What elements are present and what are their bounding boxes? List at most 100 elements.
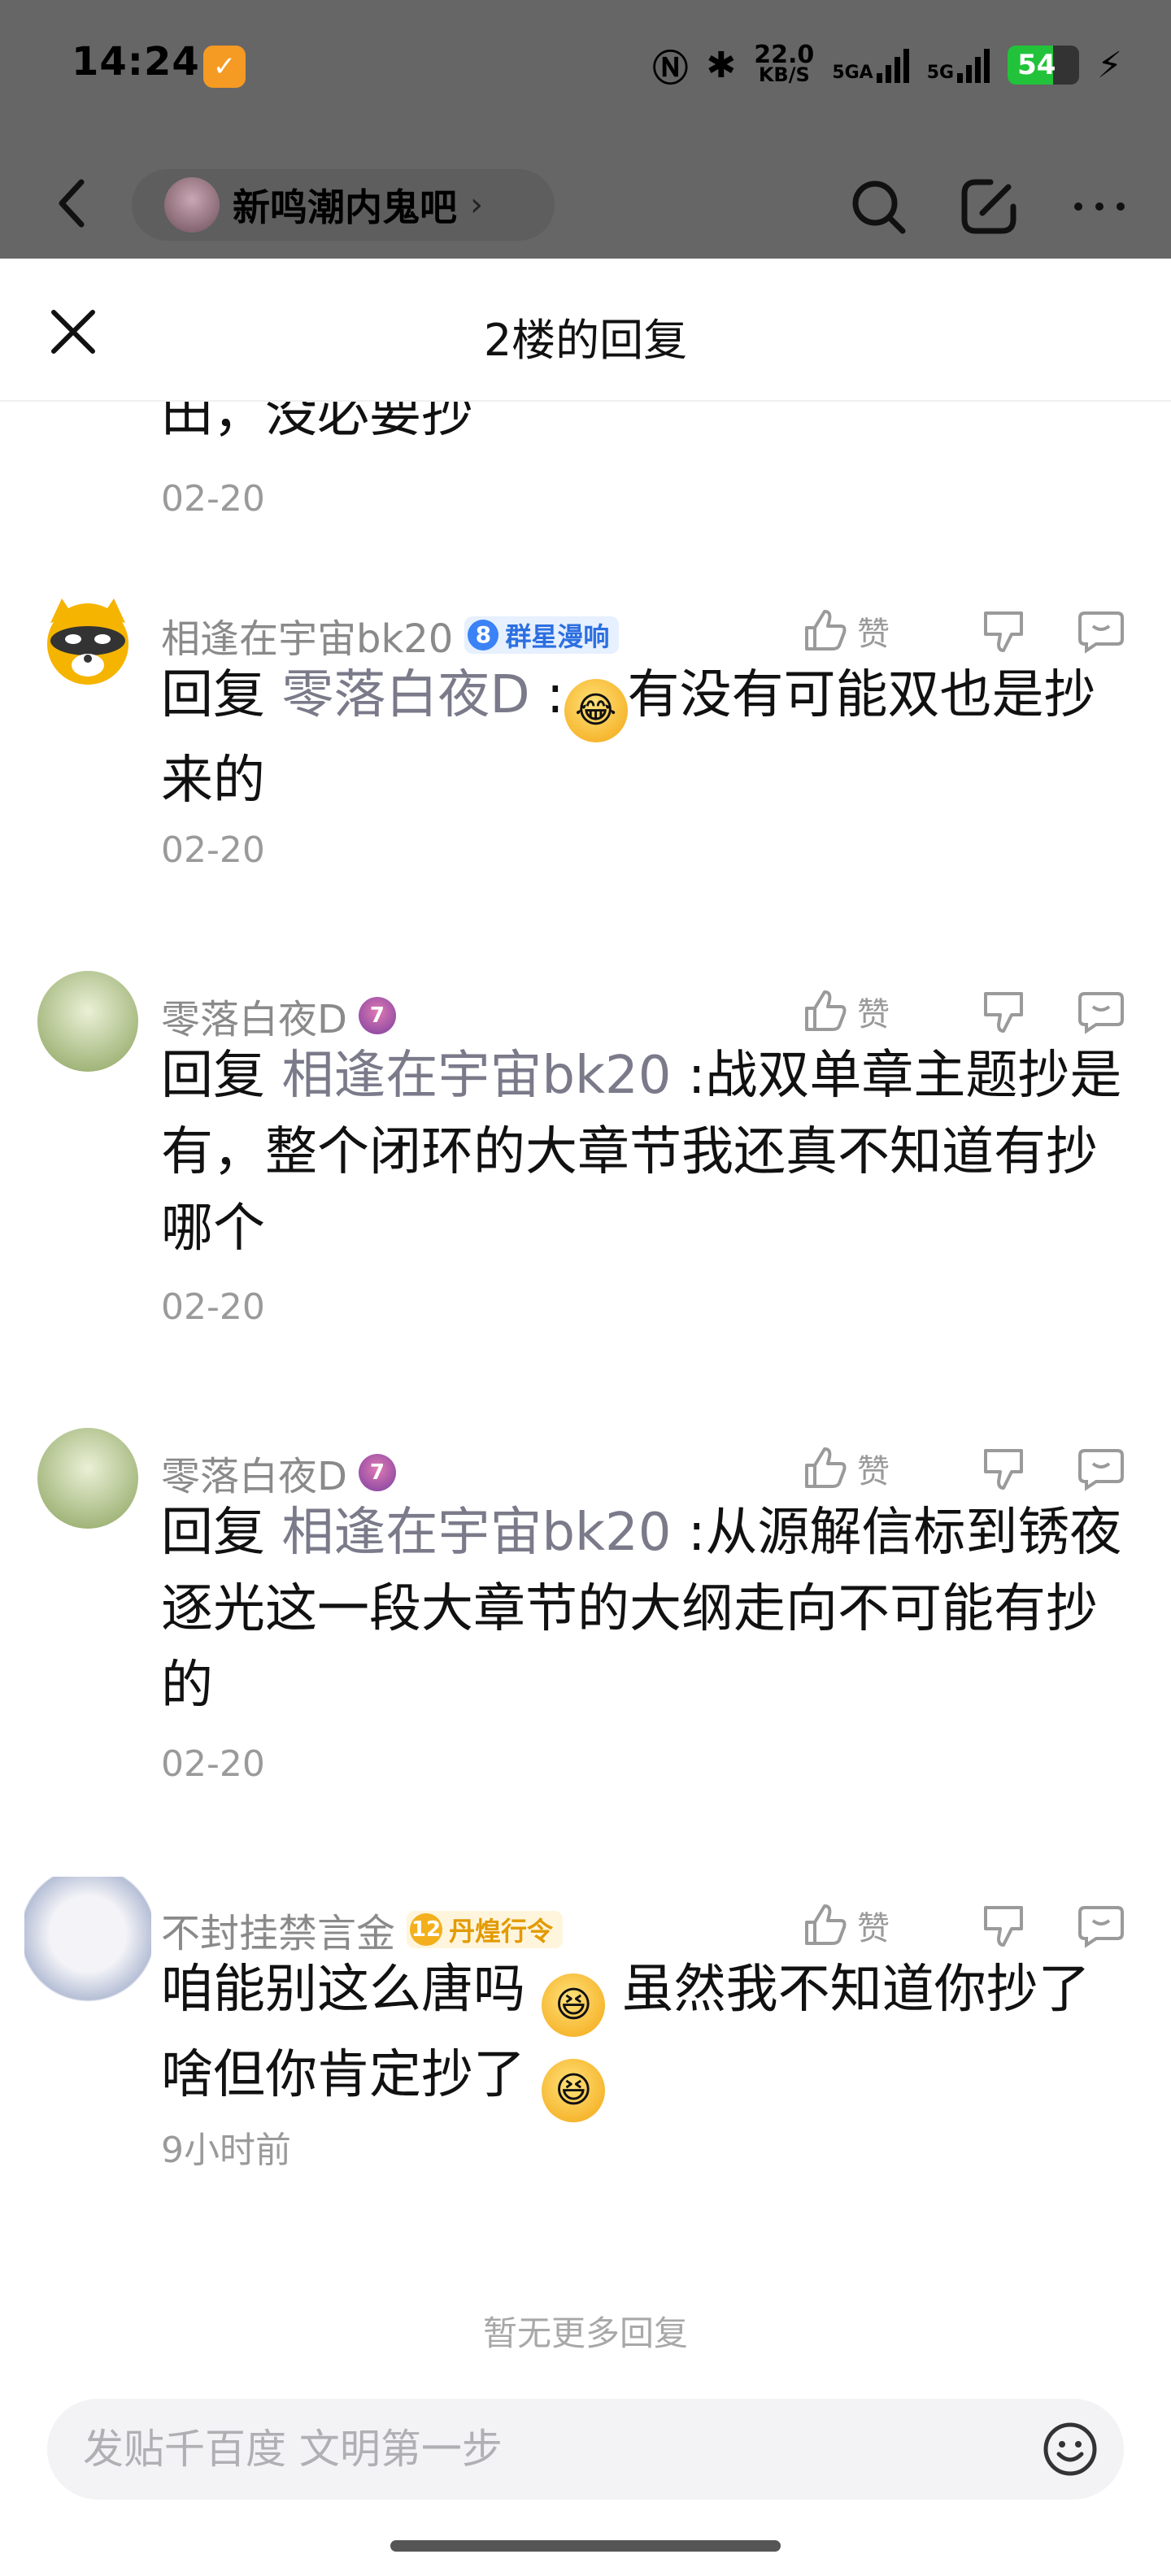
mention-link[interactable]: 零落白夜D bbox=[281, 665, 529, 725]
comment-item: 零落白夜D 7 赞 回复 相逢在宇宙bk20 :战双单章主题抄是有，整个闭环的大… bbox=[0, 971, 1171, 1377]
username[interactable]: 零落白夜D bbox=[161, 987, 347, 1044]
status-bar: 14:24 ✓ Ⓝ ✱ 22.0 KB/S 5GA 5G 54 ⚡ bbox=[0, 0, 1171, 130]
comment-icon bbox=[1078, 1906, 1124, 1948]
like-button[interactable]: 赞 bbox=[800, 987, 947, 1036]
reply-prefix: 回复 bbox=[161, 1046, 265, 1106]
mention-link[interactable]: 相逢在宇宙bk20 bbox=[281, 1046, 671, 1106]
dislike-button[interactable] bbox=[947, 607, 1060, 655]
signal-5g-icon: 5G bbox=[927, 47, 990, 83]
comment-icon bbox=[1078, 992, 1124, 1034]
forum-nav-bar: 新鸣潮内鬼吧 › bbox=[0, 146, 1171, 259]
signal-5ga-icon: 5GA bbox=[832, 47, 909, 83]
thumbs-up-icon bbox=[805, 1447, 847, 1488]
network-speed-unit: KB/S bbox=[758, 63, 810, 86]
avatar[interactable] bbox=[37, 1428, 138, 1529]
mention-link[interactable]: 相逢在宇宙bk20 bbox=[281, 1503, 671, 1563]
partial-comment-text: 田，没必要抄 bbox=[161, 402, 473, 444]
like-button[interactable]: 赞 bbox=[800, 1444, 947, 1493]
nav-actions bbox=[847, 176, 1130, 237]
avatar[interactable] bbox=[24, 1877, 151, 2004]
reply-button[interactable] bbox=[1060, 607, 1125, 655]
thumbs-up-icon bbox=[805, 1904, 847, 1945]
forum-avatar bbox=[164, 177, 220, 233]
thumbs-up-icon bbox=[805, 610, 847, 651]
chevron-right-icon: › bbox=[470, 186, 483, 224]
like-label: 赞 bbox=[857, 1453, 890, 1490]
fan-badge[interactable]: 12 丹煌行令 bbox=[407, 1911, 564, 1948]
comment-date: 9小时前 bbox=[161, 2130, 291, 2171]
like-label: 赞 bbox=[857, 996, 890, 1033]
dislike-button[interactable] bbox=[947, 987, 1060, 1036]
comment-item: 不封挂禁言金 12 丹煌行令 赞 咱能别这么唐吗 😆 虽然我不知道你抄了啥但你肯… bbox=[0, 1877, 1171, 2226]
comment-item: 相逢在宇宙bk20 8 群星漫响 赞 回复 零落白夜D : 😂 有没有可能双也是抄来… bbox=[0, 590, 1171, 916]
fan-badge-level: 12 bbox=[410, 1913, 443, 1946]
charging-icon: ⚡ bbox=[1097, 44, 1122, 86]
like-label: 赞 bbox=[857, 616, 890, 653]
network-speed: 22.0 KB/S bbox=[754, 41, 815, 86]
comment-text-part: 咱能别这么唐吗 bbox=[161, 1960, 525, 2020]
thumbs-down-icon bbox=[984, 992, 1023, 1033]
fan-badge-text: 丹煌行令 bbox=[449, 1916, 554, 1947]
battery-icon: 54 bbox=[1008, 46, 1080, 85]
username[interactable]: 不封挂禁言金 bbox=[161, 1901, 395, 1958]
search-icon[interactable] bbox=[847, 176, 909, 237]
comment-date: 02-20 bbox=[161, 829, 265, 871]
like-button[interactable]: 赞 bbox=[800, 1901, 947, 1950]
grinning-squinting-emoji-icon: 😆 bbox=[542, 2059, 606, 2122]
dislike-button[interactable] bbox=[947, 1901, 1060, 1950]
battery-level: 54 bbox=[1017, 49, 1056, 81]
status-icons: Ⓝ ✱ 22.0 KB/S 5GA 5G 54 ⚡ bbox=[652, 39, 1122, 91]
rolling-laughing-emoji-icon: 😂 bbox=[564, 679, 628, 742]
comment-actions: 赞 bbox=[800, 1444, 1125, 1493]
thumbs-up-icon bbox=[805, 990, 847, 1031]
username[interactable]: 零落白夜D bbox=[161, 1444, 347, 1501]
reply-button[interactable] bbox=[1060, 1444, 1125, 1493]
forum-name: 新鸣潮内鬼吧 bbox=[233, 185, 457, 229]
avatar[interactable] bbox=[37, 590, 138, 691]
sheet-title: 2楼的回复 bbox=[483, 315, 688, 366]
edit-post-icon[interactable] bbox=[958, 176, 1020, 237]
fan-badge-level: 8 bbox=[468, 620, 499, 651]
comment-date: 02-20 bbox=[161, 478, 265, 520]
thumbs-down-icon bbox=[984, 611, 1023, 652]
nfc-icon: Ⓝ bbox=[652, 48, 689, 89]
comment-icon bbox=[1078, 1449, 1124, 1491]
comment-text: 回复 相逢在宇宙bk20 :从源解信标到锈夜逐光这一段大章节的大纲走向不可能有抄… bbox=[161, 1495, 1137, 1724]
comment-icon bbox=[1078, 611, 1124, 654]
avatar[interactable] bbox=[37, 971, 138, 1072]
comment-date: 02-20 bbox=[161, 1286, 265, 1328]
back-arrow-icon[interactable] bbox=[49, 171, 98, 236]
fan-badge[interactable]: 8 群星漫响 bbox=[464, 616, 620, 654]
more-icon[interactable] bbox=[1069, 176, 1130, 237]
comment-text: 回复 相逢在宇宙bk20 :战双单章主题抄是有，整个闭环的大章节我还真不知道有抄… bbox=[161, 1038, 1137, 1267]
signal-5ga-label: 5GA bbox=[832, 63, 873, 83]
no-more-replies: 暂无更多回复 bbox=[482, 2313, 688, 2353]
comment-header: 零落白夜D 7 bbox=[161, 987, 396, 1044]
username[interactable]: 相逢在宇宙bk20 bbox=[161, 607, 453, 664]
reply-list[interactable]: 田，没必要抄 02-20 相逢在宇宙bk20 8 群星漫响 赞 回复 零落白夜D… bbox=[0, 402, 1171, 2369]
reply-button[interactable] bbox=[1060, 1901, 1125, 1950]
reply-input-bar[interactable] bbox=[47, 2399, 1124, 2500]
emoji-picker-icon[interactable] bbox=[1041, 2420, 1099, 2478]
reply-input[interactable] bbox=[83, 2417, 977, 2482]
like-button[interactable]: 赞 bbox=[800, 607, 947, 655]
comment-header: 相逢在宇宙bk20 8 群星漫响 bbox=[161, 607, 620, 664]
comment-date: 02-20 bbox=[161, 1743, 265, 1785]
reply-button[interactable] bbox=[1060, 987, 1125, 1036]
reply-prefix: 回复 bbox=[161, 1503, 265, 1563]
comment-text: 回复 零落白夜D : 😂 有没有可能双也是抄来的 bbox=[161, 657, 1137, 819]
comment-header: 不封挂禁言金 12 丹煌行令 bbox=[161, 1901, 564, 1958]
reply-sheet-header: 2楼的回复 bbox=[0, 259, 1171, 402]
vip-level-badge[interactable]: 7 bbox=[358, 1454, 396, 1491]
home-indicator[interactable] bbox=[390, 2540, 781, 2552]
comment-actions: 赞 bbox=[800, 1901, 1125, 1950]
network-speed-value: 22.0 bbox=[754, 41, 815, 69]
reply-prefix: 回复 bbox=[161, 665, 265, 725]
like-label: 赞 bbox=[857, 1910, 890, 1947]
comment-header: 零落白夜D 7 bbox=[161, 1444, 396, 1501]
signal-5g-label: 5G bbox=[926, 63, 955, 83]
vip-level-badge[interactable]: 7 bbox=[358, 997, 396, 1034]
status-time: 14:24 bbox=[72, 39, 200, 85]
dislike-button[interactable] bbox=[947, 1444, 1060, 1493]
forum-entry-button[interactable]: 新鸣潮内鬼吧 › bbox=[132, 169, 555, 241]
